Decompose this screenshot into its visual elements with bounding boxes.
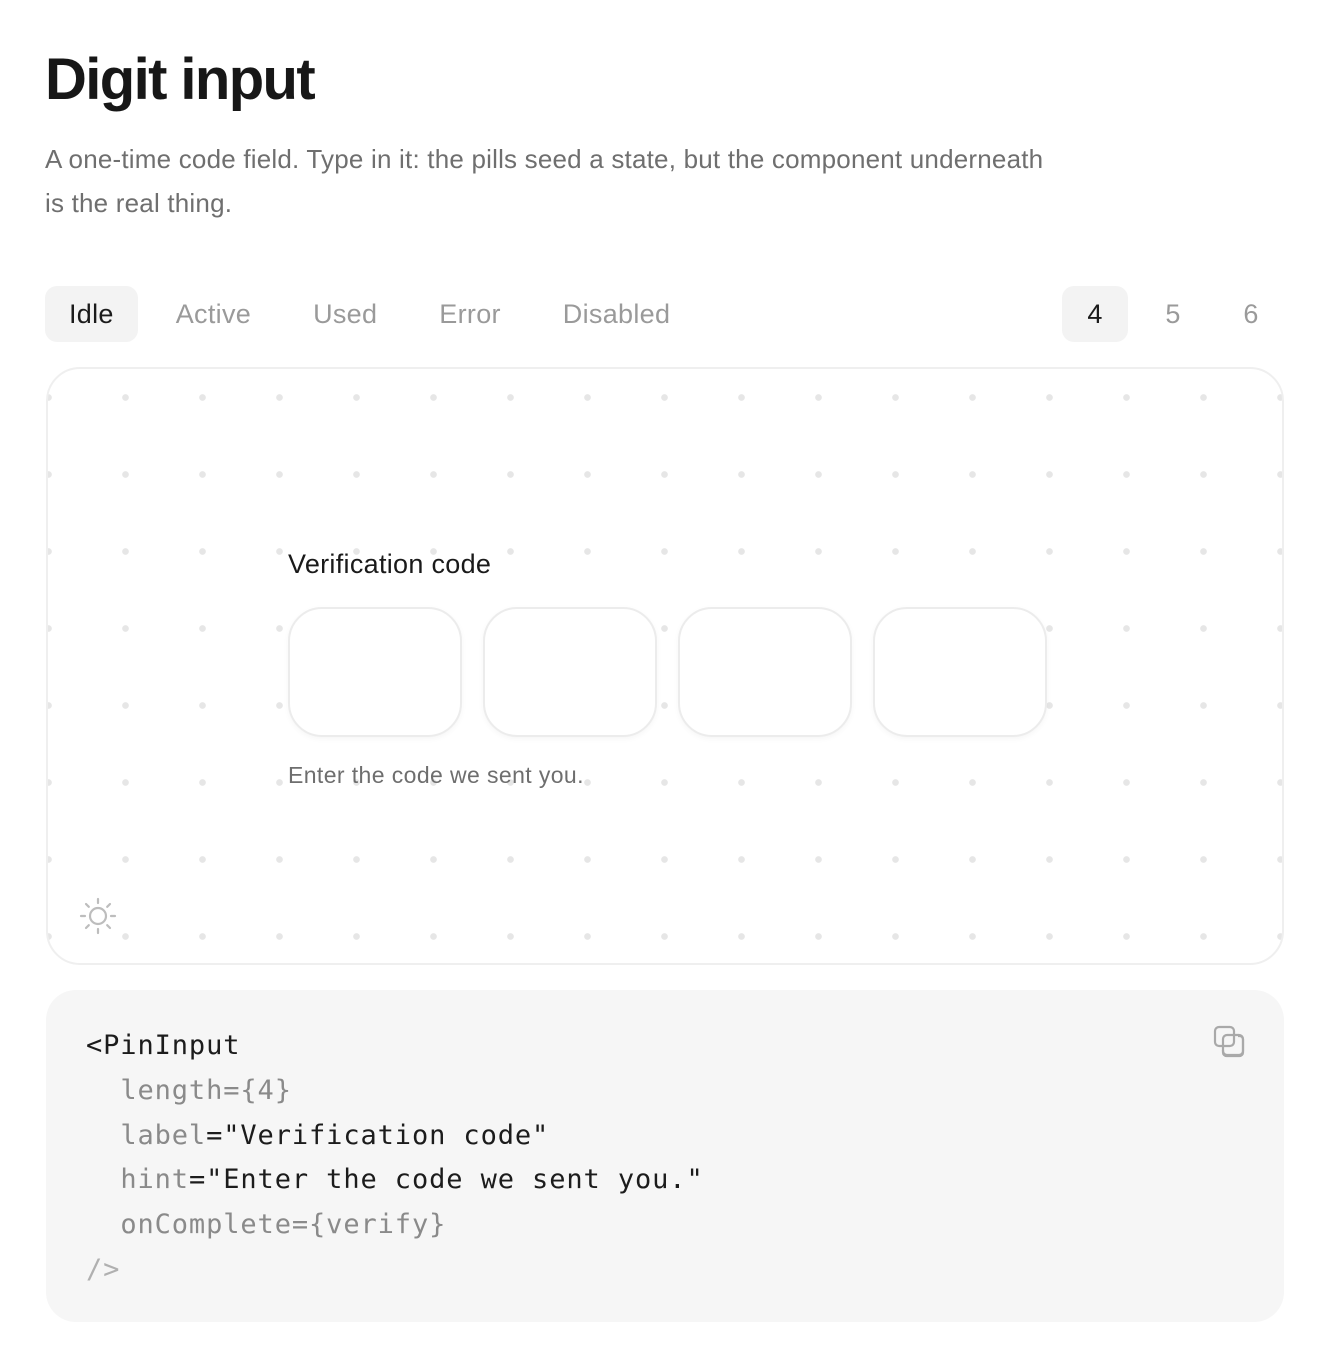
- page-title: Digit input: [45, 47, 316, 112]
- page-description: A one-time code field. Type in it: the p…: [45, 144, 1044, 218]
- code-attr-eq: =: [206, 1119, 224, 1151]
- sun-icon[interactable]: [78, 896, 118, 936]
- length-pill-5[interactable]: 5: [1140, 286, 1206, 342]
- code-open-tag: <PinInput: [86, 1030, 241, 1061]
- code-attr-value: "Enter the code we sent you.": [206, 1164, 704, 1196]
- state-pill-idle[interactable]: Idle: [45, 286, 138, 342]
- preview-card: Verification code Enter the code we sent…: [46, 367, 1284, 965]
- code-attr-eq: =: [291, 1209, 310, 1241]
- code-snippet: <PinInput length={4} label="Verification…: [86, 1024, 704, 1293]
- field-hint: Enter the code we sent you.: [288, 762, 584, 788]
- state-tabs: Idle Active Used Error Disabled: [45, 286, 708, 342]
- code-attr-value: {verify}: [309, 1209, 447, 1241]
- field-label: Verification code: [288, 549, 492, 579]
- digit-box-3[interactable]: [678, 607, 852, 737]
- state-pill-used[interactable]: Used: [289, 286, 401, 342]
- code-attr-eq: =: [188, 1164, 207, 1196]
- code-attr-name: onComplete: [120, 1209, 292, 1241]
- code-attr-value: "Verification code": [223, 1119, 550, 1151]
- state-pill-disabled[interactable]: Disabled: [539, 286, 694, 342]
- digit-box-1[interactable]: [288, 607, 462, 737]
- code-block: <PinInput length={4} label="Verification…: [46, 990, 1284, 1322]
- digit-input-group: [288, 607, 1068, 737]
- code-attr-name: length: [120, 1074, 224, 1106]
- state-pill-error[interactable]: Error: [415, 286, 525, 342]
- state-pill-active[interactable]: Active: [152, 286, 275, 342]
- digit-box-4[interactable]: [873, 607, 1047, 737]
- code-attr-name: hint: [120, 1164, 189, 1196]
- length-pill-6[interactable]: 6: [1218, 286, 1284, 342]
- code-attr-value: {4}: [240, 1074, 292, 1106]
- code-attr-name: label: [120, 1119, 207, 1151]
- length-tabs: 4 5 6: [1050, 286, 1284, 342]
- code-close-tag: />: [86, 1253, 121, 1285]
- code-attr-eq: =: [223, 1074, 241, 1106]
- copy-icon[interactable]: [1212, 1024, 1246, 1058]
- length-pill-4[interactable]: 4: [1062, 286, 1128, 342]
- digit-box-2[interactable]: [483, 607, 657, 737]
